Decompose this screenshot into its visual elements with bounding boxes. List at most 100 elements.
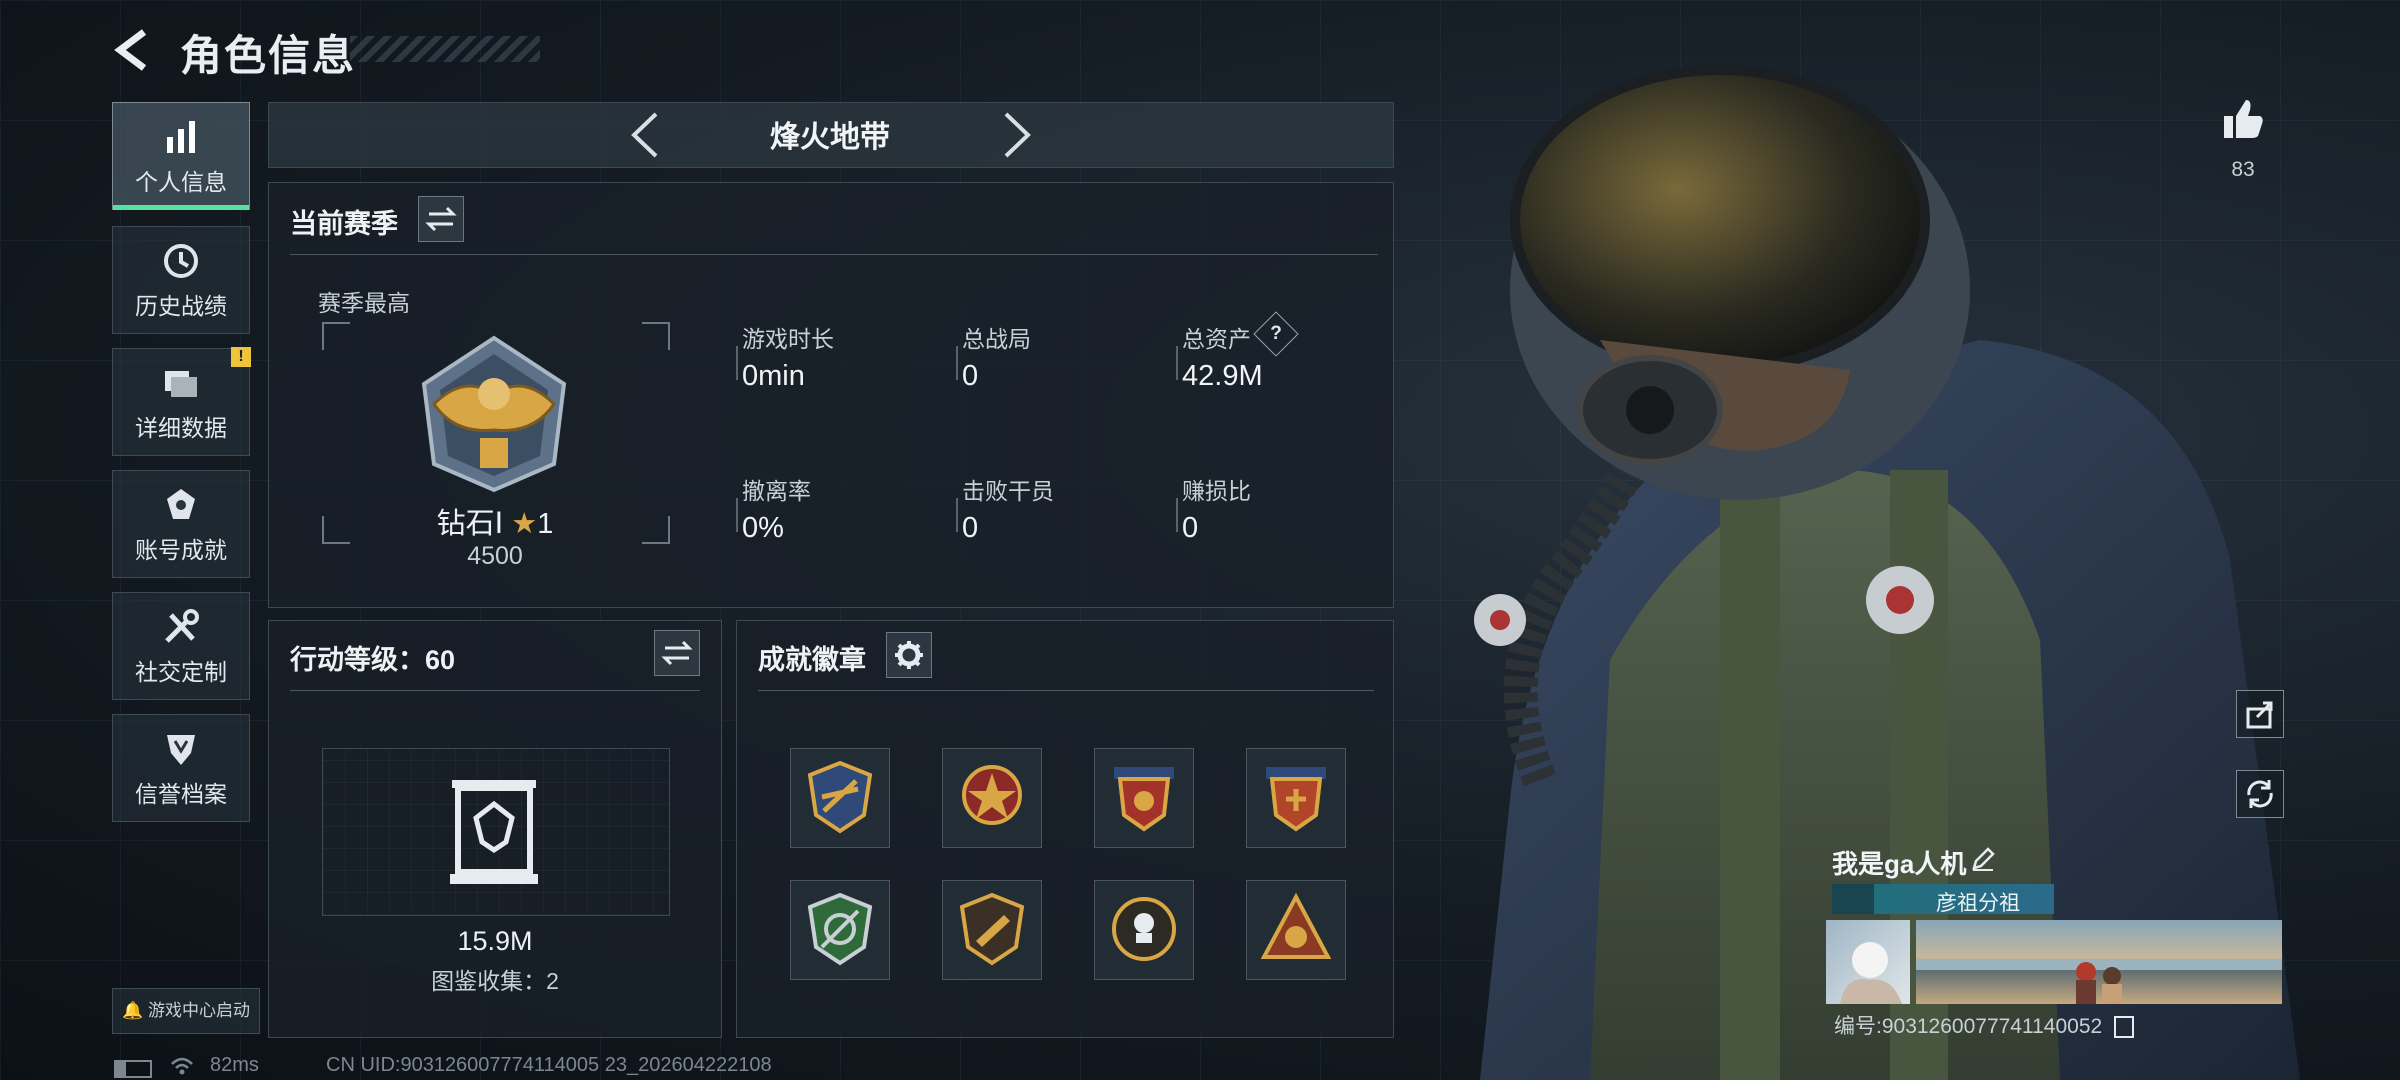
stat-label-profit-ratio: 赚损比 [1182, 478, 1251, 504]
sidebar-item-label: 信誉档案 [135, 781, 227, 807]
folder-icon [165, 371, 197, 397]
stat-label-total-assets: 总资产 [1182, 326, 1251, 352]
thumbs-up-icon[interactable] [2220, 96, 2266, 142]
chevron-left-icon[interactable] [628, 110, 662, 160]
stat-label-total-matches: 总战局 [962, 326, 1031, 352]
refresh-button[interactable] [2236, 770, 2284, 818]
achievement-medal-2[interactable] [942, 748, 1042, 848]
stat-value-operators-defeated: 0 [962, 512, 979, 544]
stat-label-playtime: 游戏时长 [742, 326, 834, 352]
credit-shield-icon [167, 735, 195, 765]
tag-label: 彦祖分祖 [1936, 892, 2020, 915]
player-nickname: 我是ga人机 [1832, 849, 1967, 879]
sidebar-item-personal-info[interactable]: 个人信息 [112, 102, 250, 210]
stat-value-extract-rate: 0% [742, 512, 784, 544]
stat-marker [736, 346, 738, 380]
frame-corner [642, 322, 670, 350]
title-tag: 彦祖分祖 [1832, 884, 2054, 915]
sidebar-item-credit-file[interactable]: 信誉档案 [112, 714, 250, 822]
achievement-medal-7[interactable] [1094, 880, 1194, 980]
frame-corner [642, 516, 670, 544]
rank-line: 钻石Ⅰ ★1 [420, 500, 570, 542]
bar-chart-icon [167, 121, 195, 153]
rank-emblem-icon [421, 335, 567, 493]
frame-corner [322, 322, 350, 350]
achievement-medal-8[interactable] [1246, 880, 1346, 980]
sidebar-item-label: 社交定制 [135, 659, 227, 685]
achievement-medal-4[interactable] [1246, 748, 1346, 848]
bell-icon: 🔔 [122, 1001, 144, 1020]
switch-arrows-icon [425, 206, 457, 232]
season-title: 当前赛季 [290, 209, 398, 239]
star-icon: ★ [511, 508, 538, 540]
achievement-icon [167, 489, 195, 519]
stat-marker [956, 498, 958, 532]
frame-corner [322, 516, 350, 544]
chevron-right-icon[interactable] [1000, 110, 1034, 160]
switch-arrows-icon [661, 640, 693, 666]
stat-marker [956, 346, 958, 380]
battery-icon [114, 1060, 152, 1078]
copy-icon[interactable] [2114, 1016, 2135, 1039]
achievement-medal-6[interactable] [942, 880, 1042, 980]
gear-icon [895, 641, 923, 669]
collection-count: 图鉴收集：2 [431, 968, 559, 994]
stat-value-total-assets: 42.9M [1182, 360, 1263, 392]
sidebar-item-detailed-data[interactable]: ! 详细数据 [112, 347, 251, 456]
back-arrow-icon[interactable] [110, 26, 158, 74]
player-id-row: 编号:9031260077741140052 [1834, 1010, 2135, 1040]
stat-label-extract-rate: 撤离率 [742, 478, 811, 504]
achievement-medal-5[interactable] [790, 880, 890, 980]
name-card-banner[interactable] [1916, 920, 2282, 1004]
achievements-title: 成就徽章 [758, 645, 866, 675]
avatar-image [1840, 942, 1902, 1004]
achievement-medal-3[interactable] [1094, 748, 1194, 848]
banner-image [1916, 960, 2282, 1004]
wifi-icon [171, 1057, 193, 1075]
rank-stars: 1 [537, 508, 554, 540]
stat-marker [1176, 346, 1178, 380]
sidebar-item-label: 详细数据 [135, 415, 227, 441]
collection-display-icon [450, 780, 538, 884]
divider [290, 690, 700, 691]
stat-value-profit-ratio: 0 [1182, 512, 1199, 544]
season-best-label: 赛季最高 [318, 290, 410, 316]
uid-text: CN UID:903126007774114005 23_20260422210… [326, 1054, 772, 1076]
notification-badge: ! [231, 347, 251, 367]
collection-value: 15.9M [457, 926, 533, 956]
mode-label: 烽火地带 [770, 121, 890, 154]
rank-name: 钻石Ⅰ [436, 508, 504, 540]
sidebar-item-label: 历史战绩 [135, 293, 227, 319]
stat-marker [1176, 498, 1178, 532]
divider [758, 690, 1374, 691]
refresh-icon [2247, 780, 2273, 808]
likes-count: 83 [2231, 158, 2255, 181]
sidebar-item-achievements[interactable]: 账号成就 [112, 470, 250, 578]
achievement-medal-1[interactable] [790, 748, 890, 848]
action-level-switch-button[interactable] [654, 630, 700, 676]
avatar[interactable] [1826, 920, 1910, 1004]
edit-pencil-icon[interactable] [1970, 846, 1996, 872]
achievements-settings-button[interactable] [886, 632, 932, 678]
launch-label: 游戏中心启动 [147, 1001, 250, 1020]
sidebar-item-label: 个人信息 [135, 169, 227, 195]
game-center-launch-button[interactable]: 🔔 游戏中心启动 [112, 988, 260, 1034]
rank-score: 4500 [467, 542, 523, 570]
stat-value-playtime: 0min [742, 360, 805, 392]
stat-value-total-matches: 0 [962, 360, 979, 392]
stat-label-operators-defeated: 击败干员 [962, 478, 1054, 504]
title-decoration [350, 36, 540, 62]
sidebar-item-history[interactable]: 历史战绩 [112, 226, 250, 334]
tag-icon [1832, 884, 1874, 914]
ping-value: 82ms [210, 1054, 259, 1076]
season-switch-button[interactable] [418, 196, 464, 242]
share-icon [2246, 701, 2273, 729]
page-title: 角色信息 [180, 32, 357, 79]
action-level-title: 行动等级：60 [290, 645, 456, 675]
sidebar-item-label: 账号成就 [135, 537, 227, 563]
tools-icon [165, 609, 199, 643]
stat-marker [736, 498, 738, 532]
history-clock-icon [164, 244, 198, 278]
sidebar-item-social-custom[interactable]: 社交定制 [112, 592, 250, 700]
share-button[interactable] [2236, 690, 2284, 738]
